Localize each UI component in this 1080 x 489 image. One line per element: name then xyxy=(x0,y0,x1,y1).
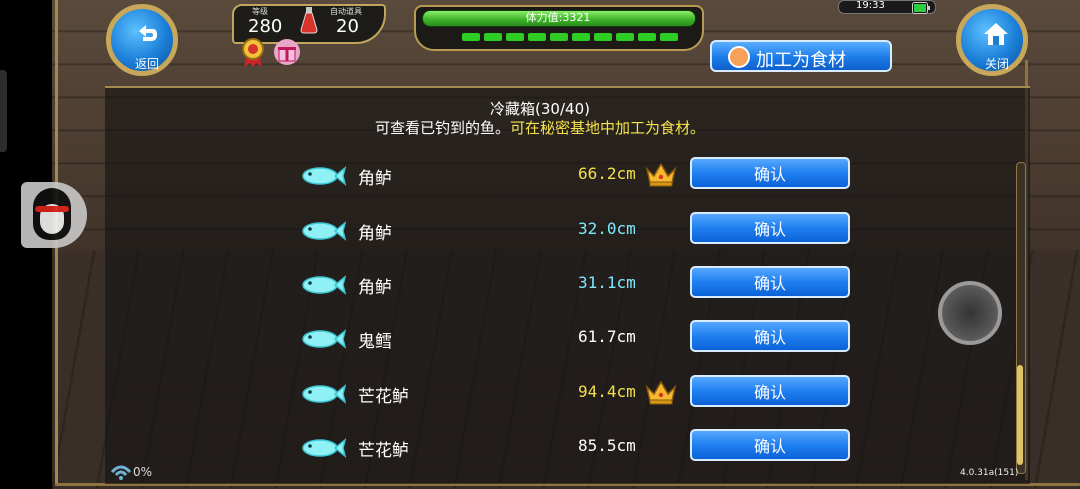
stamina-label: 体力值:3321 xyxy=(525,11,591,24)
confirm-button[interactable]: 确认 xyxy=(690,375,850,407)
fish-row: 角鲈 66.2cm 确认 xyxy=(0,157,1080,193)
potion-icon xyxy=(300,7,318,34)
stamina-segment xyxy=(462,33,480,41)
fish-icon xyxy=(302,221,346,241)
camera-joystick[interactable] xyxy=(938,281,1002,345)
panel-subtitle: 可查看已钓到的鱼。可在秘密基地中加工为食材。 xyxy=(0,117,1080,138)
confirm-button[interactable]: 确认 xyxy=(690,266,850,298)
confirm-button[interactable]: 确认 xyxy=(690,157,850,189)
battery-icon xyxy=(912,2,930,14)
fish-row: 角鲈 31.1cm 确认 xyxy=(0,266,1080,302)
gift-icon[interactable] xyxy=(273,38,301,66)
fish-length: 85.5cm xyxy=(578,436,636,455)
subtitle-highlight: 可在秘密基地中加工为食材。 xyxy=(510,119,706,137)
process-to-food-label: 加工为食材 xyxy=(756,50,846,71)
stamina-segment xyxy=(484,33,502,41)
stamina-segment xyxy=(660,33,678,41)
clock: 19:33 xyxy=(856,0,885,11)
fish-name: 角鲈 xyxy=(358,224,392,244)
process-to-food-button[interactable]: 加工为食材 xyxy=(710,40,892,72)
fish-name: 芒花鲈 xyxy=(358,441,409,461)
list-scroll-thumb[interactable] xyxy=(1017,365,1023,465)
stamina-segment xyxy=(572,33,590,41)
auto-item-value: 20 xyxy=(336,16,359,37)
fish-icon xyxy=(302,275,346,295)
level-value: 280 xyxy=(248,16,283,37)
shrimp-icon xyxy=(728,46,750,68)
fish-name: 鬼鳕 xyxy=(358,332,392,352)
stamina-segment xyxy=(594,33,612,41)
back-arrow-icon xyxy=(139,25,157,41)
stamina-segment xyxy=(506,33,524,41)
fish-row: 芒花鲈 85.5cm 确认 xyxy=(0,429,1080,465)
fish-icon xyxy=(302,438,346,458)
fish-icon xyxy=(302,329,346,349)
subtitle-white: 可查看已钓到的鱼。 xyxy=(374,119,510,137)
fish-length: 61.7cm xyxy=(578,327,636,346)
badge-icon[interactable] xyxy=(240,38,266,68)
home-icon xyxy=(984,23,1008,45)
close-button[interactable]: 关闭 xyxy=(956,4,1028,76)
fish-length: 32.0cm xyxy=(578,219,636,238)
version-label: 4.0.31a(151) xyxy=(960,468,1019,478)
stamina-segment xyxy=(638,33,656,41)
fish-name: 角鲈 xyxy=(358,169,392,189)
stamina-segment xyxy=(528,33,546,41)
confirm-button[interactable]: 确认 xyxy=(690,429,850,461)
confirm-button[interactable]: 确认 xyxy=(690,320,850,352)
fish-name: 角鲈 xyxy=(358,278,392,298)
fish-length: 66.2cm xyxy=(578,164,636,183)
fish-row: 角鲈 32.0cm 确认 xyxy=(0,212,1080,248)
stamina-segment xyxy=(550,33,568,41)
confirm-button[interactable]: 确认 xyxy=(690,212,850,244)
back-button[interactable]: 返回 xyxy=(106,4,178,76)
stamina-segment xyxy=(616,33,634,41)
panel-title: 冷藏箱(30/40) xyxy=(490,100,590,118)
back-label: 返回 xyxy=(134,57,159,71)
fish-length: 94.4cm xyxy=(578,382,636,401)
fish-icon xyxy=(302,166,346,186)
wifi-icon xyxy=(110,465,132,480)
crown-icon xyxy=(645,380,677,405)
crown-icon xyxy=(645,162,677,187)
signal-percent: 0% xyxy=(133,465,153,479)
fish-row: 芒花鲈 94.4cm 确认 xyxy=(0,375,1080,411)
fish-length: 31.1cm xyxy=(578,273,636,292)
fish-icon xyxy=(302,384,346,404)
fish-row: 鬼鳕 61.7cm 确认 xyxy=(0,320,1080,356)
fish-name: 芒花鲈 xyxy=(358,387,409,407)
close-label: 关闭 xyxy=(984,57,1009,71)
